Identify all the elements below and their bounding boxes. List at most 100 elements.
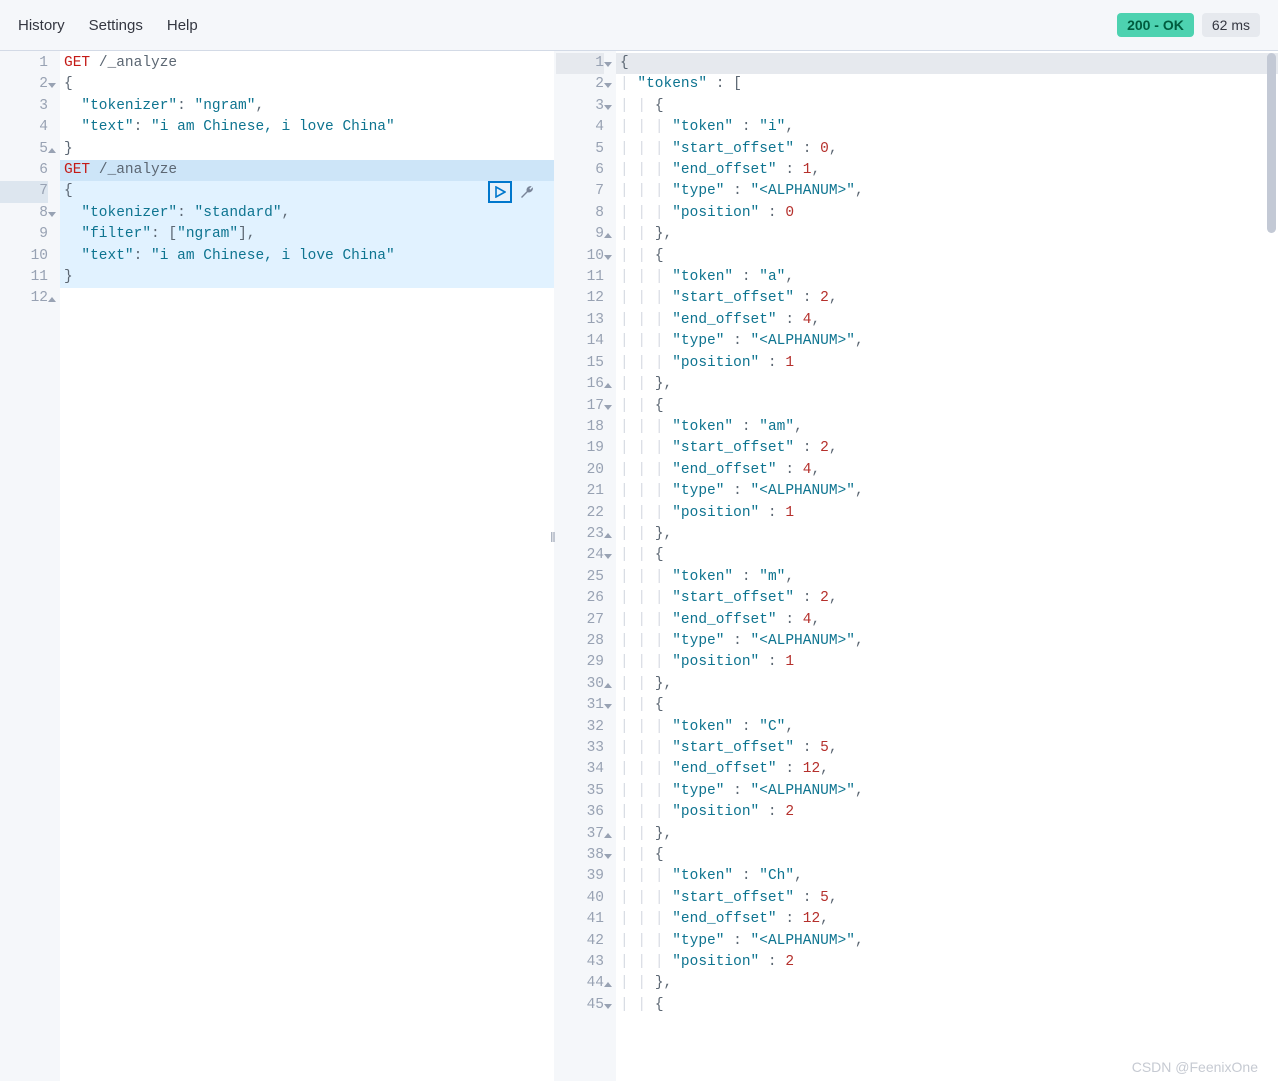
line-number: 17 — [556, 396, 604, 417]
line-number: 37 — [556, 824, 604, 845]
code-line[interactable]: "tokenizer": "standard", — [60, 203, 554, 224]
line-number: 12 — [0, 288, 48, 309]
code-line: | | | "type" : "<ALPHANUM>", — [616, 931, 1278, 952]
line-number: 10 — [556, 246, 604, 267]
line-number: 13 — [556, 310, 604, 331]
line-number: 45 — [556, 995, 604, 1016]
code-line[interactable]: GET /_analyze — [60, 160, 554, 181]
run-controls — [488, 181, 538, 203]
line-number: 3 — [0, 96, 48, 117]
line-number: 8 — [0, 203, 48, 224]
code-line[interactable]: GET /_analyze — [60, 53, 554, 74]
line-number: 11 — [0, 267, 48, 288]
code-line[interactable]: "text": "i am Chinese, i love China" — [60, 117, 554, 138]
line-number: 44 — [556, 973, 604, 994]
line-number: 28 — [556, 631, 604, 652]
line-number: 5 — [556, 139, 604, 160]
code-line: | | | "end_offset" : 12, — [616, 909, 1278, 930]
line-number: 40 — [556, 888, 604, 909]
code-line[interactable]: } — [60, 139, 554, 160]
code-line: | | | "start_offset" : 2, — [616, 588, 1278, 609]
line-number: 8 — [556, 203, 604, 224]
code-line[interactable]: "filter": ["ngram"], — [60, 224, 554, 245]
code-line: | | | "position" : 2 — [616, 952, 1278, 973]
code-line: | | { — [616, 96, 1278, 117]
line-number: 29 — [556, 652, 604, 673]
code-line: | | | "end_offset" : 4, — [616, 460, 1278, 481]
code-line: | | | "token" : "am", — [616, 417, 1278, 438]
line-number: 32 — [556, 717, 604, 738]
menu-help[interactable]: Help — [167, 17, 198, 34]
code-line[interactable]: { — [60, 74, 554, 95]
line-number: 2 — [0, 74, 48, 95]
line-number: 34 — [556, 759, 604, 780]
line-number: 43 — [556, 952, 604, 973]
code-line: | | }, — [616, 374, 1278, 395]
code-line: | | | "position" : 0 — [616, 203, 1278, 224]
code-line: { — [616, 53, 1278, 74]
toolbar: History Settings Help 200 - OK 62 ms — [0, 0, 1278, 50]
code-line[interactable]: } — [60, 267, 554, 288]
code-line[interactable]: { — [60, 181, 554, 202]
status-badge: 200 - OK — [1117, 13, 1194, 37]
scrollbar-thumb[interactable] — [1267, 53, 1276, 233]
line-number: 11 — [556, 267, 604, 288]
code-line: | | | "type" : "<ALPHANUM>", — [616, 631, 1278, 652]
code-line: | | | "type" : "<ALPHANUM>", — [616, 331, 1278, 352]
line-number: 14 — [556, 331, 604, 352]
time-badge: 62 ms — [1202, 13, 1260, 37]
line-number: 27 — [556, 610, 604, 631]
line-number: 35 — [556, 781, 604, 802]
line-number: 2 — [556, 74, 604, 95]
code-line: | "tokens" : [ — [616, 74, 1278, 95]
scrollbar-track[interactable] — [1266, 51, 1278, 1081]
line-number: 4 — [0, 117, 48, 138]
code-line: | | { — [616, 695, 1278, 716]
code-line: | | | "type" : "<ALPHANUM>", — [616, 181, 1278, 202]
code-line: | | }, — [616, 824, 1278, 845]
code-line: | | | "start_offset" : 5, — [616, 738, 1278, 759]
menu-history[interactable]: History — [18, 17, 65, 34]
menu-settings[interactable]: Settings — [89, 17, 143, 34]
code-line: | | }, — [616, 524, 1278, 545]
code-line[interactable]: "tokenizer": "ngram", — [60, 96, 554, 117]
code-line: | | }, — [616, 224, 1278, 245]
line-number: 9 — [556, 224, 604, 245]
line-number: 15 — [556, 353, 604, 374]
code-line: | | | "position" : 1 — [616, 652, 1278, 673]
line-number: 20 — [556, 460, 604, 481]
drag-handle-icon: ‖ — [550, 529, 553, 545]
code-line: | | | "token" : "i", — [616, 117, 1278, 138]
line-number: 4 — [556, 117, 604, 138]
code-line: | | }, — [616, 674, 1278, 695]
code-line: | | | "position" : 1 — [616, 353, 1278, 374]
code-line: | | | "position" : 1 — [616, 503, 1278, 524]
line-number: 6 — [556, 160, 604, 181]
line-number: 36 — [556, 802, 604, 823]
code-line[interactable]: "text": "i am Chinese, i love China" — [60, 246, 554, 267]
line-number: 38 — [556, 845, 604, 866]
response-viewer: {| "tokens" : [| | {| | | "token" : "i",… — [616, 51, 1278, 1081]
line-number: 39 — [556, 866, 604, 887]
code-line: | | | "type" : "<ALPHANUM>", — [616, 481, 1278, 502]
request-editor[interactable]: GET /_analyze{ "tokenizer": "ngram", "te… — [60, 51, 554, 1081]
line-number: 16 — [556, 374, 604, 395]
line-number: 18 — [556, 417, 604, 438]
line-number: 3 — [556, 96, 604, 117]
code-line: | | | "token" : "C", — [616, 717, 1278, 738]
line-number: 10 — [0, 246, 48, 267]
line-number: 1 — [0, 53, 48, 74]
code-line: | | | "end_offset" : 12, — [616, 759, 1278, 780]
code-line: | | | "token" : "Ch", — [616, 866, 1278, 887]
code-line: | | | "end_offset" : 4, — [616, 310, 1278, 331]
wrench-button[interactable] — [516, 181, 538, 203]
code-line: | | | "position" : 2 — [616, 802, 1278, 823]
watermark: CSDN @FeenixOne — [1132, 1059, 1258, 1075]
code-line: | | { — [616, 995, 1278, 1016]
toolbar-left: History Settings Help — [18, 17, 198, 34]
line-number: 12 — [556, 288, 604, 309]
code-line: | | { — [616, 845, 1278, 866]
code-line: | | { — [616, 396, 1278, 417]
run-button[interactable] — [488, 181, 512, 203]
request-pane: 123456789101112 GET /_analyze{ "tokenize… — [0, 51, 554, 1081]
